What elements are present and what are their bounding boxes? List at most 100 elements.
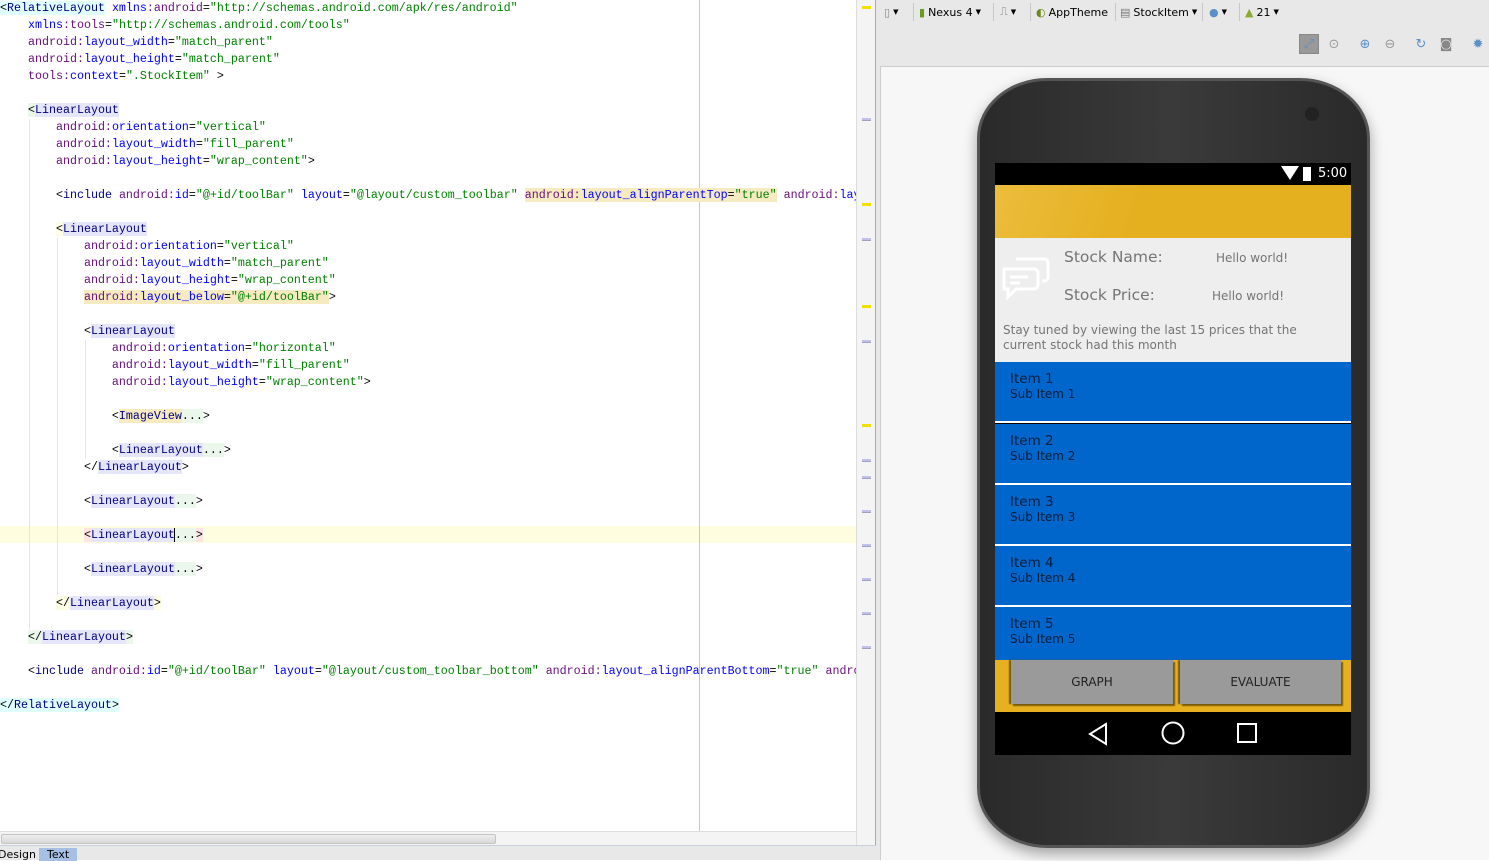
description-text: Stay tuned by viewing the last 15 prices… [1003,323,1297,352]
list-item[interactable]: Item 4 Sub Item 4 [995,546,1351,605]
device-dropdown[interactable]: ▮ Nexus 4 ▼ [919,3,981,21]
code-line[interactable] [0,680,856,697]
error-stripe-marker[interactable] [862,510,871,513]
code-line[interactable]: <RelativeLayout xmlns:android="http://sc… [0,0,856,17]
code-token: xmlns [111,1,147,15]
code-line[interactable]: android:layout_width="match_parent" [0,34,856,51]
error-stripe-marker[interactable] [862,612,871,615]
code-line[interactable]: <LinearLayout...> [0,442,856,459]
code-line[interactable]: </LinearLayout> [0,629,856,646]
code-token: id [146,664,161,678]
settings-button[interactable]: ✹ [1468,34,1488,54]
error-stripe-marker[interactable] [862,578,871,581]
error-stripe-marker[interactable] [862,305,871,308]
screenshot-button[interactable]: ◙ [1436,34,1456,54]
zoom-out-button[interactable]: ⊖ [1380,34,1400,54]
code-token: layout_height [111,154,203,168]
code-line[interactable]: <LinearLayout [0,323,856,340]
zoom-in-button[interactable]: ⊕ [1355,34,1375,54]
activity-dropdown[interactable]: ▤ StockItem ▼ [1120,3,1197,21]
theme-dropdown[interactable]: ◐ AppTheme [1036,3,1108,21]
tab-text[interactable]: Text [39,848,78,861]
code-line[interactable]: android:layout_width="match_parent" [0,255,856,272]
code-line[interactable]: android:layout_width="fill_parent" [0,136,856,153]
api-level-dropdown[interactable]: ▲ 21 ▼ [1245,3,1279,21]
code-line[interactable]: <LinearLayout...> [0,527,856,544]
code-line[interactable]: tools:context=".StockItem" > [0,68,856,85]
code-line[interactable] [0,204,856,221]
list-item[interactable]: Item 5 Sub Item 5 [995,607,1351,660]
code-line[interactable]: android:layout_height="wrap_content"> [0,153,856,170]
code-line[interactable]: android:orientation="horizontal" [0,340,856,357]
code-line[interactable] [0,85,856,102]
code-line[interactable]: <include android:id="@+id/toolBar" layou… [0,663,856,680]
code-line[interactable] [0,544,856,561]
error-stripe-marker[interactable] [862,340,871,343]
error-stripe-marker[interactable] [862,203,871,206]
code-line[interactable] [0,425,856,442]
locale-dropdown[interactable]: ● ▼ [1209,3,1227,21]
code-line[interactable]: <LinearLayout...> [0,493,856,510]
list-item-subtitle: Sub Item 2 [1010,449,1076,463]
horizontal-scrollbar[interactable] [0,831,856,845]
error-stripe-marker[interactable] [862,459,871,462]
code-token: = [216,239,224,253]
list-item[interactable]: Item 2 Sub Item 2 [995,424,1351,483]
code-line[interactable] [0,612,856,629]
error-stripe[interactable] [856,0,876,845]
code-line[interactable]: android:orientation="vertical" [0,119,856,136]
error-stripe-marker[interactable] [862,424,871,427]
code-line[interactable]: android:layout_below="@+id/toolBar"> [0,289,856,306]
error-stripe-marker[interactable] [862,646,871,649]
code-line[interactable] [0,510,856,527]
code-line[interactable] [0,170,856,187]
back-icon[interactable] [1087,722,1109,746]
zoom-actual-button[interactable]: ⊙ [1324,34,1344,54]
error-stripe-marker[interactable] [862,544,871,547]
code-line[interactable] [0,578,856,595]
code-line[interactable]: android:layout_height="match_parent" [0,51,856,68]
code-line[interactable]: <ImageView...> [0,408,856,425]
evaluate-button[interactable]: EVALUATE [1180,660,1341,704]
orientation-dropdown[interactable]: ⎍ ▼ [1000,3,1016,21]
refresh-button[interactable]: ↻ [1411,34,1431,54]
code-token: "@+id/toolBar" [195,188,294,202]
code-line[interactable]: </LinearLayout> [0,459,856,476]
graph-button[interactable]: GRAPH [1011,660,1173,704]
code-line[interactable] [0,306,856,323]
code-line[interactable]: android:layout_width="fill_parent" [0,357,856,374]
device-config-button[interactable]: ▯ ▼ [884,3,898,21]
code-line[interactable]: </RelativeLayout> [0,697,856,714]
code-line[interactable]: <LinearLayout...> [0,561,856,578]
code-line[interactable] [0,476,856,493]
zoom-fit-button[interactable]: ⤢ [1299,34,1319,54]
list-item[interactable]: Item 3 Sub Item 3 [995,485,1351,544]
code-token: "wrap_content" [237,273,336,287]
code-editor[interactable]: <RelativeLayout xmlns:android="http://sc… [0,0,856,831]
code-line[interactable]: <include android:id="@+id/toolBar" layou… [0,187,856,204]
code-line[interactable] [0,646,856,663]
error-stripe-marker[interactable] [862,238,871,241]
code-line[interactable]: <LinearLayout [0,102,856,119]
error-stripe-marker[interactable] [862,6,871,9]
recents-icon[interactable] [1237,723,1257,743]
code-line[interactable]: xmlns:tools="http://schemas.android.com/… [0,17,856,34]
code-line[interactable] [0,391,856,408]
code-line[interactable]: android:layout_height="wrap_content" [0,272,856,289]
code-text[interactable]: <RelativeLayout xmlns:android="http://sc… [0,0,856,714]
error-stripe-marker[interactable] [862,476,871,479]
tab-design[interactable]: Design [0,848,44,861]
error-stripe-marker[interactable] [862,118,871,121]
wifi-icon [1281,166,1299,180]
list-item[interactable]: Item 1 Sub Item 1 [995,362,1351,421]
code-line[interactable]: </LinearLayout> [0,595,856,612]
code-line[interactable]: android:layout_height="wrap_content"> [0,374,856,391]
code-line[interactable]: android:orientation="vertical" [0,238,856,255]
scrollbar-thumb[interactable] [1,834,496,844]
camera-icon: ◙ [1439,36,1453,52]
code-line[interactable]: <LinearLayout [0,221,856,238]
home-icon[interactable] [1161,721,1185,745]
